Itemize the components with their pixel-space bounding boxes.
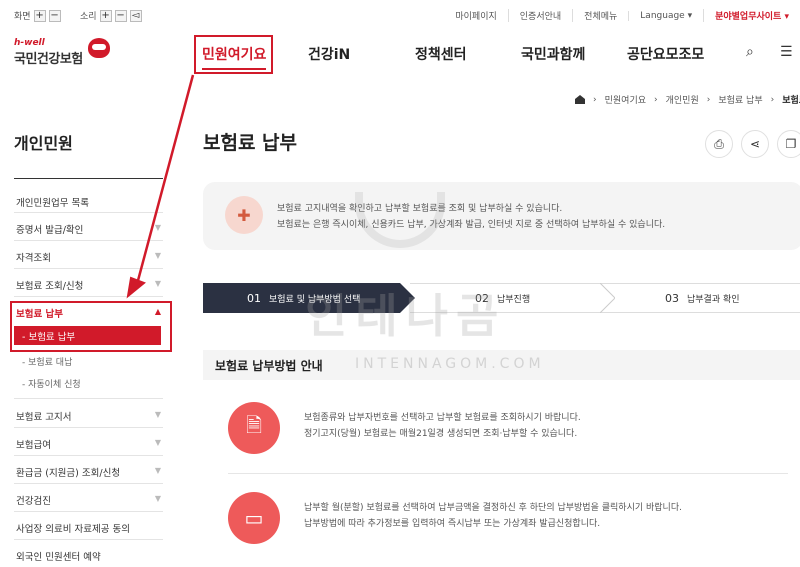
sidebar-subitem-auto-transfer[interactable]: - 자동이체 신청 (22, 377, 81, 390)
guide-line: 정기고지(당월) 보험료는 매월21일경 생성되면 조회·납부할 수 있습니다. (304, 429, 578, 439)
gnb-item-with-people[interactable]: 국민과함께 (521, 44, 585, 64)
logo-tag: h-well (14, 38, 45, 48)
chevron-down-icon: ▼ (154, 410, 161, 419)
gnb-item-about[interactable]: 공단요모조모 (627, 44, 704, 64)
highlight-box-sidebar (10, 301, 172, 352)
sidebar-item-notice-bill[interactable]: 보험료 고지서 ▼ (16, 409, 163, 423)
sidebar-item-list[interactable]: 개인민원업무 목록 (16, 195, 163, 209)
guide-line: 보험종류와 납부자번호를 선택하고 납부할 보험료를 조회하시기 바랍니다. (304, 413, 581, 423)
breadcrumb-item[interactable]: 보험료 납부 (718, 93, 762, 106)
breadcrumb-current: 보험료 납부 (782, 96, 800, 106)
document-icon: 🗎 (228, 402, 280, 454)
sidebar-item-refund[interactable]: 환급금 (지원금) 조회/신청 ▼ (16, 465, 163, 479)
breadcrumb-item[interactable]: 민원여기요 (605, 93, 646, 106)
step-chevron (600, 283, 615, 313)
sidebar-item-medical-data[interactable]: 사업장 의료비 자료제공 동의 (16, 521, 163, 535)
language-dropdown[interactable]: Language ▾ (628, 10, 703, 21)
step-1: 01 보험료 및 납부방법 선택 (203, 283, 415, 313)
clipboard-icon: ✚ (225, 196, 263, 234)
sidebar-item-foreigner-center[interactable]: 외국인 민원센터 예약 (16, 549, 163, 563)
all-menu-link[interactable]: 전체메뉴 (572, 9, 628, 22)
notice-box: ✚ 보험료 고지내역을 확인하고 납부할 보험료를 조회 및 납부하실 수 있습… (203, 182, 800, 250)
screen-label: 화면 (14, 12, 31, 22)
breadcrumb-item[interactable]: 개인민원 (666, 93, 699, 106)
certificate-guide-link[interactable]: 인증서안내 (507, 9, 572, 22)
site-logo[interactable]: h-well 국민건강보험 (14, 38, 110, 67)
guide-line: 납부방법에 따라 추가정보를 입력하여 즉시납부 또는 가상계좌 발급신청합니다… (304, 519, 601, 529)
sidebar-item-premium-inquiry[interactable]: 보험료 조회/신청 ▼ (16, 278, 163, 292)
guide-line: 납부할 월(분할) 보험료를 선택하여 납부금액을 결정하신 후 하단의 납부방… (304, 503, 682, 513)
utility-bar: 화면 + − 소리 + − ◅ 마이페이지 인증서안내 전체메뉴 Languag… (0, 0, 800, 30)
speaker-icon[interactable]: ◅ (129, 9, 142, 22)
sidebar-item-checkup[interactable]: 건강검진 ▼ (16, 493, 163, 507)
sound-down-button[interactable]: − (114, 9, 127, 22)
gnb-item-policy-center[interactable]: 정책센터 (415, 44, 467, 64)
screen-zoom-in-button[interactable]: + (33, 9, 46, 22)
chevron-right-icon: › (593, 94, 597, 105)
chevron-right-icon: › (706, 94, 711, 105)
screen-zoom-out-button[interactable]: − (48, 9, 61, 22)
step-2: 02 납부진행 (475, 291, 531, 305)
chevron-down-icon: ▼ (154, 279, 161, 288)
breadcrumb: › 민원여기요 › 개인민원 › 보험료 납부 › 보험료 납부 (575, 93, 800, 106)
chevron-right-icon: › (654, 94, 658, 105)
print-icon[interactable]: ⎙ (705, 130, 733, 158)
sound-control: 소리 + − ◅ (80, 9, 142, 22)
sidebar-title: 개인민원 (14, 134, 73, 153)
page-tools: ⎙ ⋖ ❐ (705, 130, 800, 158)
sidebar-divider (14, 178, 163, 179)
chevron-right-icon: › (770, 94, 775, 105)
home-icon[interactable] (575, 95, 585, 104)
sound-up-button[interactable]: + (99, 9, 112, 22)
menu-icon[interactable]: ☰ (780, 44, 793, 60)
sidebar-item-benefits[interactable]: 보험급여 ▼ (16, 437, 163, 451)
mypage-link[interactable]: 마이페이지 (444, 9, 507, 22)
watermark-subtext: INTENNAGOM.COM (355, 356, 545, 372)
chevron-down-icon: ▼ (154, 223, 161, 232)
monitor-icon: ▭ (228, 492, 280, 544)
step-3: 03 납부결과 확인 (665, 291, 740, 305)
sound-label: 소리 (80, 12, 97, 22)
screen-zoom-control: 화면 + − (14, 9, 61, 22)
logo-name: 국민건강보험 (14, 52, 83, 67)
search-icon[interactable]: ⌕ (746, 44, 754, 60)
gnb-item-health-in[interactable]: 건강iN (308, 44, 350, 64)
business-sites-dropdown[interactable]: 분야별업무사이트 ▾ (703, 9, 800, 22)
chevron-down-icon: ▼ (154, 438, 161, 447)
step-indicator: 01 보험료 및 납부방법 선택 02 납부진행 03 납부결과 확인 (203, 283, 800, 313)
share-icon[interactable]: ⋖ (741, 130, 769, 158)
notice-line: 보험료는 은행 즉시이체, 신용카드 납부, 가상계좌 발급, 인터넷 지로 중… (277, 220, 666, 230)
logo-mark-icon (88, 38, 110, 58)
highlight-box-gnb (194, 35, 273, 74)
page-title: 보험료 납부 (203, 132, 298, 154)
sidebar-item-eligibility[interactable]: 자격조회 ▼ (16, 250, 163, 264)
chevron-down-icon: ▼ (154, 494, 161, 503)
chevron-down-icon: ▼ (154, 251, 161, 260)
sidebar-subitem-proxy-payment[interactable]: - 보험료 대납 (22, 355, 72, 368)
sidebar-item-certificate[interactable]: 증명서 발급/확인 ▼ (16, 222, 163, 236)
utility-links: 마이페이지 인증서안내 전체메뉴 Language ▾ 분야별업무사이트 ▾ (444, 9, 800, 22)
chevron-down-icon: ▼ (154, 466, 161, 475)
bookmark-icon[interactable]: ❐ (777, 130, 800, 158)
